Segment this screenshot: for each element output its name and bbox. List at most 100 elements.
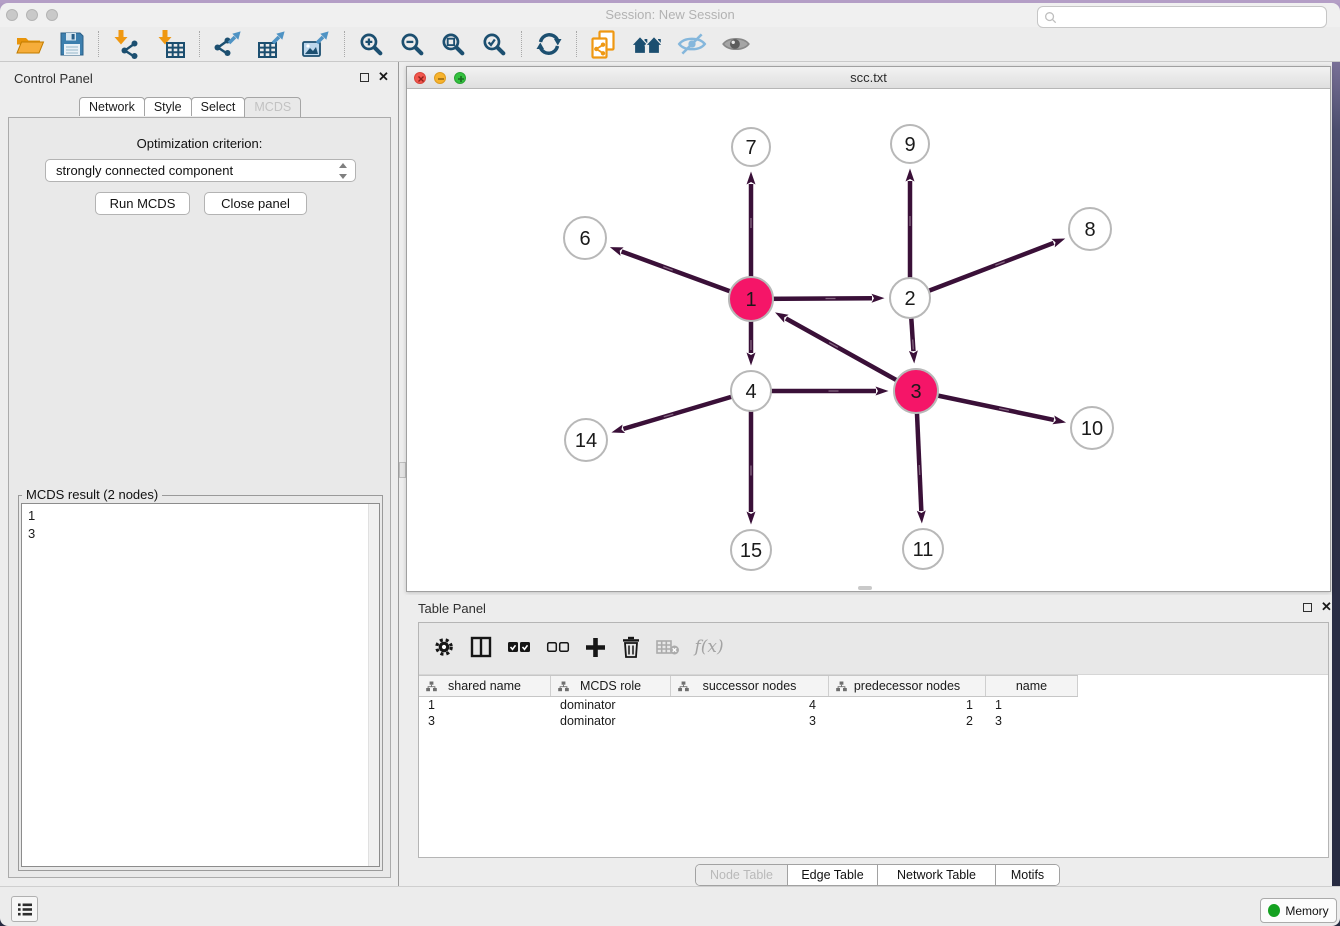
- cell[interactable]: 3: [671, 713, 829, 729]
- refresh-button[interactable]: [528, 28, 570, 60]
- graph-node-2[interactable]: 2: [890, 278, 930, 318]
- export-network-button[interactable]: [206, 28, 250, 60]
- float-panel-icon[interactable]: [360, 73, 369, 82]
- table-options-button[interactable]: [425, 632, 462, 662]
- column-header-successor-nodes[interactable]: successor nodes: [671, 676, 829, 696]
- cell[interactable]: 2: [829, 713, 986, 729]
- cell[interactable]: 3: [419, 713, 551, 729]
- zoom-window-button[interactable]: [46, 9, 58, 21]
- criterion-value: strongly connected component: [56, 163, 233, 178]
- toolbar-separator: [199, 31, 200, 57]
- network-graph: 1 2 3 4 6 7 8 9 10 11 14 15: [407, 89, 1330, 591]
- table-row-1[interactable]: 1dominator411: [419, 697, 1328, 713]
- svg-text:2: 2: [904, 288, 915, 310]
- zoom-selected-button[interactable]: [474, 28, 515, 60]
- table-close-icon[interactable]: ✕: [1321, 599, 1332, 615]
- graph-node-6[interactable]: 6: [564, 217, 606, 259]
- mcds-result-text[interactable]: 1 3: [21, 503, 380, 867]
- panel-splitter-grip[interactable]: [399, 462, 406, 478]
- delete-table-button: [648, 632, 687, 662]
- cell[interactable]: 4: [671, 697, 829, 713]
- cell[interactable]: 1: [829, 697, 986, 713]
- tab-mcds[interactable]: MCDS: [244, 97, 301, 117]
- export-table-button[interactable]: [250, 28, 294, 60]
- zoom-fit-button[interactable]: [433, 28, 474, 60]
- save-session-button[interactable]: [52, 28, 92, 60]
- home-button[interactable]: [624, 28, 670, 60]
- tab-node-table[interactable]: Node Table: [696, 865, 788, 885]
- close-window-button[interactable]: [6, 9, 18, 21]
- tab-select[interactable]: Select: [191, 97, 246, 116]
- graph-node-14[interactable]: 14: [565, 419, 607, 461]
- cell[interactable]: dominator: [551, 713, 671, 729]
- network-minimize-button[interactable]: [434, 72, 446, 84]
- column-header-name[interactable]: name: [986, 676, 1078, 696]
- close-panel-button[interactable]: Close panel: [204, 192, 307, 215]
- svg-text:6: 6: [579, 228, 590, 250]
- network-window-titlebar[interactable]: scc.txt: [407, 67, 1330, 89]
- tab-network-table[interactable]: Network Table: [878, 865, 996, 885]
- tab-style[interactable]: Style: [144, 97, 192, 116]
- column-header-shared-name[interactable]: shared name: [419, 676, 551, 696]
- create-column-button[interactable]: [577, 632, 613, 662]
- select-all-button[interactable]: [499, 632, 538, 662]
- function-builder-button: f(x): [687, 632, 731, 662]
- export-image-button[interactable]: [294, 28, 338, 60]
- graph-node-4[interactable]: 4: [731, 371, 771, 411]
- minimize-window-button[interactable]: [26, 9, 38, 21]
- import-network-button[interactable]: [105, 28, 149, 60]
- graph-edge-2-8[interactable]: [910, 243, 1054, 298]
- hide-graphics-details-icon: [677, 31, 707, 57]
- graph-node-8[interactable]: 8: [1069, 208, 1111, 250]
- network-close-button[interactable]: [414, 72, 426, 84]
- table-row-2[interactable]: 3dominator323: [419, 713, 1328, 729]
- mcds-result-title: MCDS result (2 nodes): [22, 487, 162, 502]
- graph-node-10[interactable]: 10: [1071, 407, 1113, 449]
- column-header-predecessor-nodes[interactable]: predecessor nodes: [829, 676, 986, 696]
- cell[interactable]: dominator: [551, 697, 671, 713]
- mcds-result-scrollbar[interactable]: [368, 504, 379, 866]
- canvas-hscroll-thumb[interactable]: [858, 586, 872, 590]
- graph-node-7[interactable]: 7: [732, 128, 770, 166]
- graph-node-15[interactable]: 15: [731, 530, 771, 570]
- cell[interactable]: 1: [986, 697, 1078, 713]
- graph-node-11[interactable]: 11: [903, 529, 943, 569]
- new-network-from-selection-icon: [590, 30, 617, 59]
- cell[interactable]: 1: [419, 697, 551, 713]
- zoom-fit-icon: [440, 31, 467, 58]
- criterion-dropdown[interactable]: strongly connected component: [45, 159, 356, 182]
- search-field[interactable]: [1037, 6, 1327, 28]
- hide-graphics-details-button[interactable]: [670, 28, 714, 60]
- delete-columns-button[interactable]: [613, 632, 648, 662]
- open-file-button[interactable]: [8, 28, 52, 60]
- deselect-all-icon: [546, 639, 570, 655]
- new-network-from-selection-button[interactable]: [583, 28, 624, 60]
- show-graphics-details-button[interactable]: [714, 28, 758, 60]
- svg-text:1: 1: [745, 289, 756, 311]
- cell[interactable]: 3: [986, 713, 1078, 729]
- zoom-in-button[interactable]: [351, 28, 392, 60]
- tab-edge-table[interactable]: Edge Table: [788, 865, 878, 885]
- control-panel-tabs: NetworkStyleSelectMCDS: [79, 97, 300, 116]
- graph-node-9[interactable]: 9: [891, 125, 929, 163]
- column-header-MCDS-role[interactable]: MCDS role: [551, 676, 671, 696]
- network-canvas[interactable]: 1 2 3 4 6 7 8 9 10 11 14 15: [407, 89, 1330, 591]
- run-mcds-button[interactable]: Run MCDS: [95, 192, 190, 215]
- tab-motifs[interactable]: Motifs: [996, 865, 1059, 885]
- export-network-icon: [213, 29, 243, 59]
- network-zoom-button[interactable]: [454, 72, 466, 84]
- task-history-button[interactable]: [11, 896, 38, 922]
- close-panel-icon[interactable]: ✕: [378, 69, 389, 85]
- graph-node-1[interactable]: 1: [729, 277, 773, 321]
- deselect-all-button[interactable]: [538, 632, 577, 662]
- show-columns-button[interactable]: [462, 632, 499, 662]
- svg-text:11: 11: [913, 539, 934, 561]
- memory-button[interactable]: Memory: [1260, 898, 1337, 923]
- tab-network[interactable]: Network: [79, 97, 145, 116]
- graph-node-3[interactable]: 3: [894, 369, 938, 413]
- network-view-window: scc.txt 1 2 3 4 6 7 8 9 10 11 14 15: [406, 66, 1331, 592]
- import-table-button[interactable]: [149, 28, 193, 60]
- create-column-icon: [585, 637, 606, 658]
- zoom-out-button[interactable]: [392, 28, 433, 60]
- table-float-icon[interactable]: [1303, 603, 1312, 612]
